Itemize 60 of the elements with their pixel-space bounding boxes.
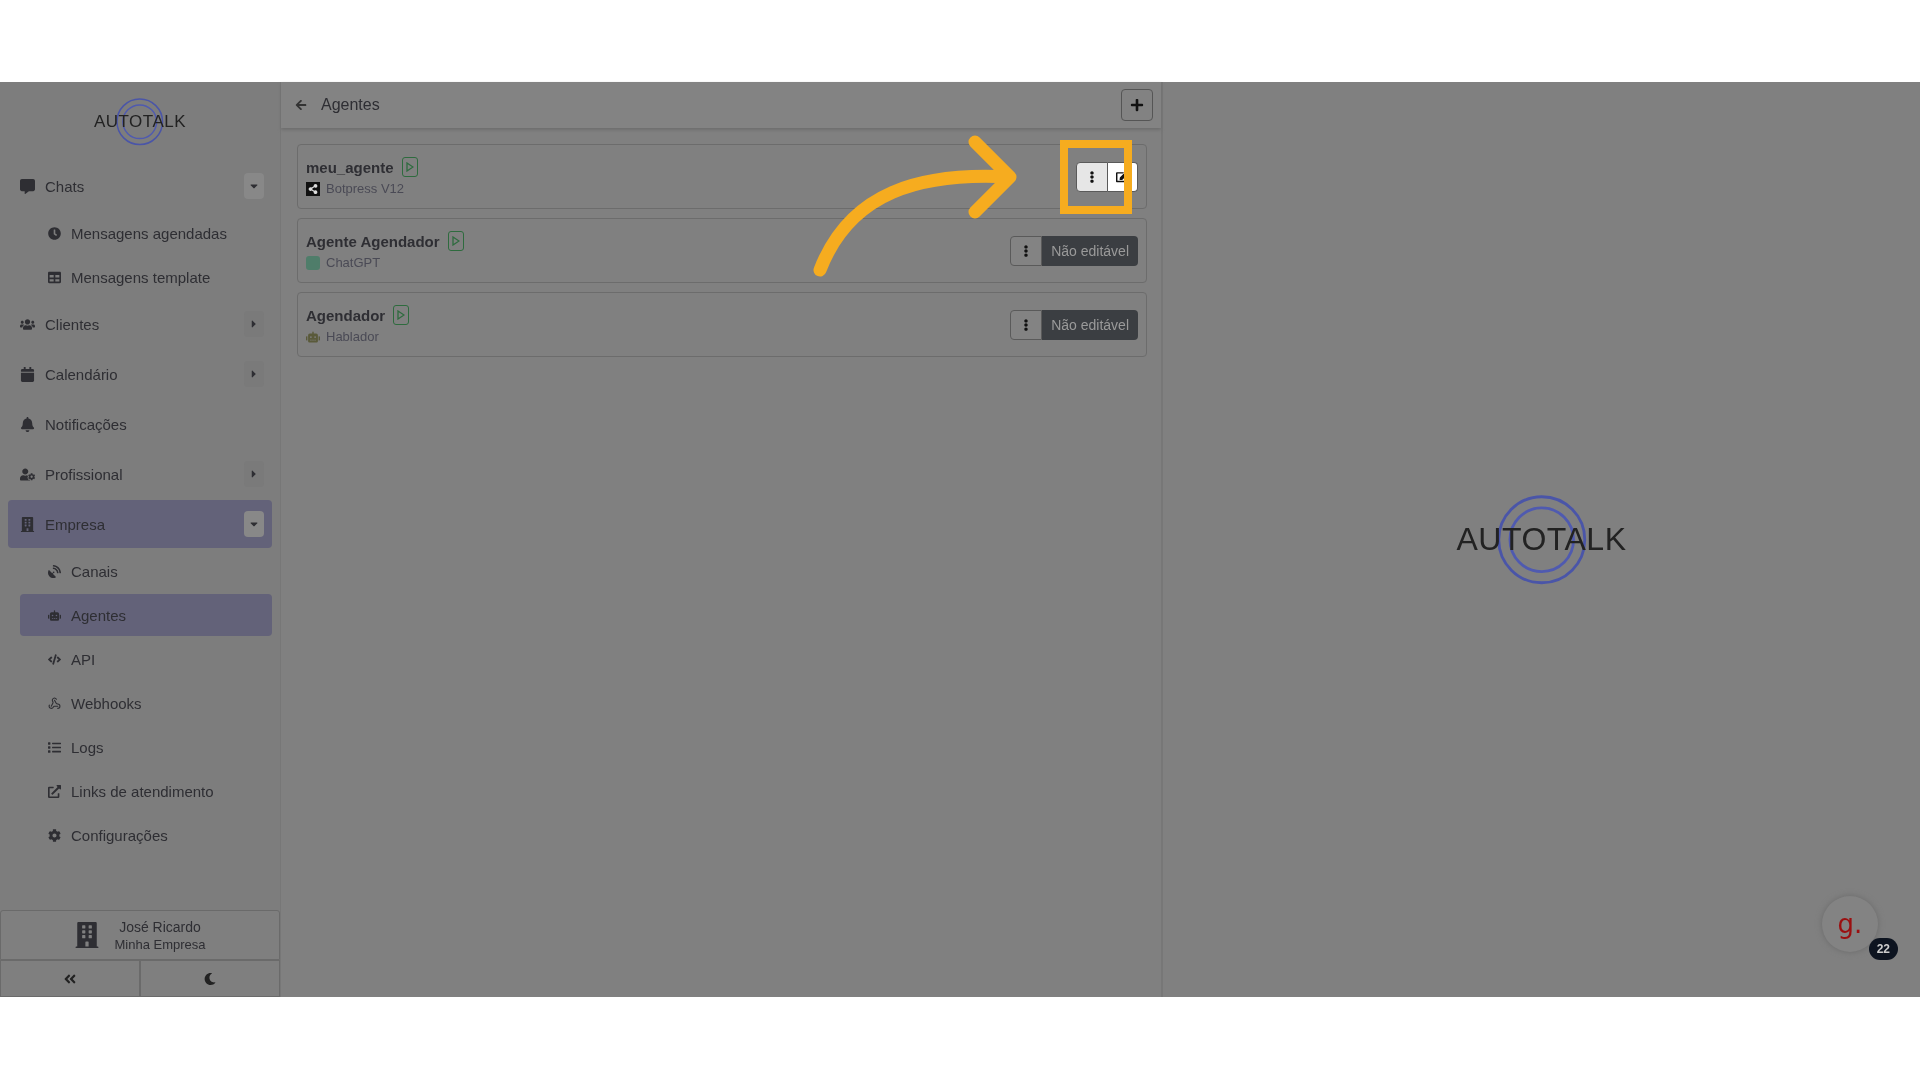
user-card[interactable]: José Ricardo Minha Empresa xyxy=(0,910,280,960)
more-options-button[interactable] xyxy=(1076,161,1108,192)
user-gear-icon xyxy=(20,466,35,482)
sidebar-item[interactable]: Clientes xyxy=(8,300,272,348)
chatgpt-icon xyxy=(306,255,320,270)
satellite-dish-icon xyxy=(48,564,61,578)
sidebar-item[interactable]: Mensagens template xyxy=(20,256,272,298)
moon-icon xyxy=(204,972,216,985)
building-icon xyxy=(20,516,35,532)
calendar-icon xyxy=(20,366,35,382)
robot-icon xyxy=(306,329,320,344)
user-name: José Ricardo xyxy=(119,918,201,935)
sidebar-item[interactable]: Mensagens agendadas xyxy=(20,212,272,254)
agent-name: Agente Agendador xyxy=(306,232,440,250)
play-icon xyxy=(451,236,460,246)
chat-widget-button[interactable]: g. xyxy=(1822,896,1878,952)
sidebar-item[interactable]: Calendário xyxy=(8,350,272,398)
sidebar-item[interactable]: Links de atendimento xyxy=(20,770,272,812)
building-icon xyxy=(74,922,101,948)
webhook-icon xyxy=(48,696,61,710)
more-options-button[interactable] xyxy=(1010,309,1043,340)
back-button[interactable] xyxy=(295,99,307,111)
agent-name: meu_agente xyxy=(306,158,394,176)
sidebar-item[interactable]: Webhooks xyxy=(20,682,272,724)
more-options-button[interactable] xyxy=(1010,235,1043,266)
sidebar-item[interactable]: Empresa xyxy=(8,500,272,548)
agent-name: Agendador xyxy=(306,306,386,324)
logo-text: AUTOTALK xyxy=(1456,521,1627,558)
sidebar-item[interactable]: API xyxy=(20,638,272,680)
status-badge: Não editável xyxy=(1042,309,1138,340)
users-icon xyxy=(20,316,35,332)
sidebar-item[interactable]: Agentes xyxy=(20,594,272,636)
settings-icon xyxy=(48,828,61,842)
list-icon xyxy=(48,740,61,754)
notification-count: 22 xyxy=(1868,938,1898,960)
back-arrow-icon xyxy=(295,99,307,111)
status-badge: Não editável xyxy=(1042,235,1138,266)
play-icon xyxy=(405,162,414,172)
sidebar-item[interactable]: Profissional xyxy=(8,450,272,498)
sidebar-item[interactable]: Logs xyxy=(20,726,272,768)
caret-icon[interactable] xyxy=(244,511,264,537)
page-title: Agentes xyxy=(321,96,381,114)
bell-icon xyxy=(20,416,35,432)
robot-icon xyxy=(48,608,61,622)
sidebar-item[interactable]: Chats xyxy=(8,162,272,210)
clock-icon xyxy=(48,226,61,240)
code-icon xyxy=(48,652,61,666)
chat-bubble-icon xyxy=(20,178,35,194)
logo-text: AUTOTALK xyxy=(93,112,187,132)
company-name: Minha Empresa xyxy=(114,936,206,952)
sidebar-item[interactable]: Configurações xyxy=(20,814,272,856)
plus-icon xyxy=(1130,98,1144,112)
add-button[interactable] xyxy=(1121,89,1153,121)
share-icon xyxy=(306,181,320,196)
table-icon xyxy=(48,270,61,284)
play-icon xyxy=(397,310,406,320)
external-link-icon xyxy=(48,784,61,798)
sidebar-item[interactable]: Canais xyxy=(20,550,272,592)
sidebar-item[interactable]: Notificações xyxy=(8,400,272,448)
caret-icon[interactable] xyxy=(244,173,264,199)
